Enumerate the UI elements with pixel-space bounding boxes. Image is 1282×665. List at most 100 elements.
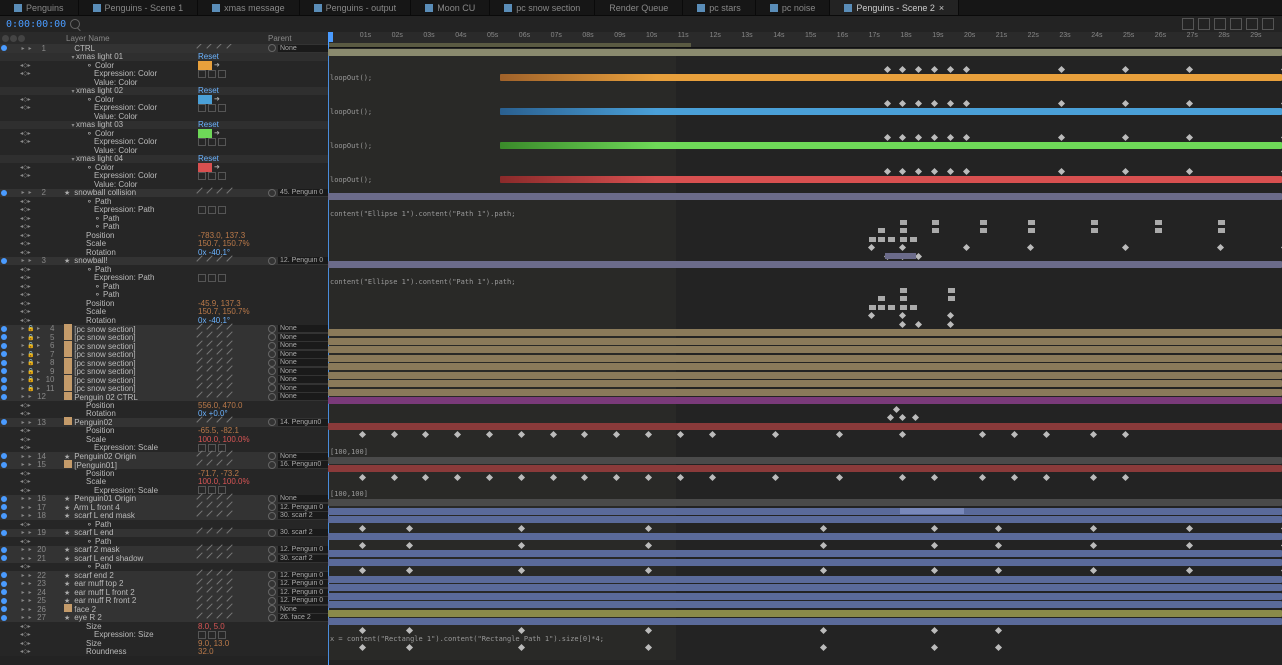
- keyframe[interactable]: [948, 288, 955, 293]
- twirl-icon[interactable]: [27, 419, 33, 425]
- keyframe[interactable]: [900, 288, 907, 293]
- twirl-icon[interactable]: [27, 547, 33, 553]
- visibility-toggle[interactable]: [1, 377, 7, 383]
- visibility-toggle[interactable]: [1, 343, 7, 349]
- layer-row[interactable]: ◂◇▸⚬ Path: [0, 214, 328, 223]
- layer-row[interactable]: ◂◇▸⚬ Path: [0, 223, 328, 232]
- timeline-row[interactable]: [328, 57, 1282, 66]
- tool-icon[interactable]: [1182, 18, 1194, 30]
- pickwhip-icon[interactable]: [268, 367, 276, 375]
- pickwhip-icon[interactable]: [268, 44, 276, 52]
- layer-bar[interactable]: [328, 389, 1282, 396]
- keyframe[interactable]: [980, 228, 987, 233]
- keyframe[interactable]: [979, 431, 986, 438]
- layer-row[interactable]: 26 face 2None: [0, 605, 328, 614]
- keyframe[interactable]: [869, 237, 876, 242]
- expr-icon[interactable]: [208, 206, 216, 214]
- parent-dropdown[interactable]: 30. scarf 2: [278, 529, 328, 536]
- keyframe-nav[interactable]: ◂◇▸: [20, 206, 34, 213]
- keyframe[interactable]: [836, 473, 843, 480]
- layer-bar[interactable]: [328, 346, 1282, 353]
- keyframe[interactable]: [1122, 133, 1129, 140]
- parent-dropdown[interactable]: 14. Penguin0: [278, 419, 328, 426]
- twirl-icon[interactable]: [27, 394, 33, 400]
- layer-bar[interactable]: [328, 363, 1282, 370]
- timeline-row[interactable]: [328, 550, 1282, 559]
- keyframe[interactable]: [1155, 228, 1162, 233]
- layer-row[interactable]: ◂◇▸Scale150.7, 150.7%: [0, 240, 328, 249]
- layer-row[interactable]: ◂◇▸⚬ Path: [0, 282, 328, 291]
- pickwhip-icon[interactable]: [268, 580, 276, 588]
- layer-row[interactable]: xmas light 02Reset: [0, 87, 328, 96]
- timeline-row[interactable]: [328, 541, 1282, 550]
- timeline-row[interactable]: [328, 82, 1282, 91]
- keyframe[interactable]: [893, 405, 900, 412]
- layer-row[interactable]: ◂◇▸Scale100.0, 100.0%: [0, 478, 328, 487]
- twirl-icon[interactable]: [20, 615, 26, 621]
- lock-icon[interactable]: 🔒: [27, 342, 34, 349]
- pickwhip-icon[interactable]: [268, 529, 276, 537]
- pickwhip-icon[interactable]: [268, 614, 276, 622]
- layer-row[interactable]: ◂◇▸Rotation0x -40.1°: [0, 248, 328, 257]
- expr-icon[interactable]: [198, 274, 206, 282]
- keyframe[interactable]: [709, 431, 716, 438]
- keyframe[interactable]: [931, 473, 938, 480]
- twirl-icon[interactable]: [27, 598, 33, 604]
- twirl-icon[interactable]: [35, 326, 41, 332]
- keyframe[interactable]: [1027, 244, 1034, 251]
- parent-dropdown[interactable]: None: [278, 393, 328, 400]
- keyframe[interactable]: [910, 305, 917, 310]
- keyframe[interactable]: [963, 99, 970, 106]
- timeline-row[interactable]: loopOut();: [328, 74, 1282, 83]
- keyframe[interactable]: [1090, 541, 1097, 548]
- timeline-row[interactable]: [328, 346, 1282, 355]
- twirl-icon[interactable]: [20, 343, 26, 349]
- visibility-toggle[interactable]: [1, 258, 7, 264]
- visibility-toggle[interactable]: [1, 453, 7, 459]
- expr-icon[interactable]: [218, 138, 226, 146]
- twirl-icon[interactable]: [35, 360, 41, 366]
- visibility-toggle[interactable]: [1, 598, 7, 604]
- layer-bar[interactable]: [328, 261, 1282, 268]
- parent-dropdown[interactable]: 12. Penguin 0: [278, 546, 328, 553]
- timeline-row[interactable]: [328, 193, 1282, 202]
- keyframe[interactable]: [948, 296, 955, 301]
- keyframe[interactable]: [1186, 167, 1193, 174]
- twirl-icon[interactable]: [27, 190, 33, 196]
- vis-col-icon[interactable]: [2, 35, 9, 42]
- timeline-row[interactable]: [328, 363, 1282, 372]
- layer-row[interactable]: ◂◇▸Expression: Path: [0, 206, 328, 215]
- keyframe-nav[interactable]: ◂◇▸: [20, 198, 34, 205]
- layer-row[interactable]: 15 [Penguin01]16. Penguin0: [0, 461, 328, 470]
- keyframe[interactable]: [899, 473, 906, 480]
- keyframe[interactable]: [869, 305, 876, 310]
- layer-row[interactable]: ◂◇▸Expression: Color: [0, 138, 328, 147]
- layer-bar[interactable]: [328, 533, 1282, 540]
- keyframe-nav[interactable]: ◂◇▸: [20, 648, 34, 655]
- expr-icon[interactable]: [218, 631, 226, 639]
- timeline-row[interactable]: loopOut();: [328, 108, 1282, 117]
- composition-tab[interactable]: Moon CU: [411, 0, 490, 15]
- keyframe[interactable]: [878, 305, 885, 310]
- keyframe[interactable]: [1058, 99, 1065, 106]
- keyframe[interactable]: [1186, 541, 1193, 548]
- twirl-icon[interactable]: [20, 496, 26, 502]
- keyframe[interactable]: [900, 228, 907, 233]
- layer-row[interactable]: ◂◇▸Position-71.7, -73.2: [0, 469, 328, 478]
- keyframe[interactable]: [888, 237, 895, 242]
- keyframe[interactable]: [1091, 220, 1098, 225]
- keyframe[interactable]: [931, 541, 938, 548]
- layer-bar[interactable]: [500, 74, 1282, 81]
- timeline-row[interactable]: [328, 125, 1282, 134]
- timeline-row[interactable]: [328, 465, 1282, 474]
- layer-row[interactable]: Value: Color: [0, 112, 328, 121]
- keyframe-nav[interactable]: ◂◇▸: [20, 138, 34, 145]
- visibility-toggle[interactable]: [1, 547, 7, 553]
- layer-row[interactable]: 2 snowball collision45. Penguin 0: [0, 189, 328, 198]
- timeline-row[interactable]: [328, 618, 1282, 627]
- layer-bar[interactable]: [328, 329, 1282, 336]
- layer-row[interactable]: xmas light 01Reset: [0, 53, 328, 62]
- keyframe-nav[interactable]: ◂◇▸: [20, 436, 34, 443]
- keyframe[interactable]: [899, 414, 906, 421]
- keyframe[interactable]: [868, 244, 875, 251]
